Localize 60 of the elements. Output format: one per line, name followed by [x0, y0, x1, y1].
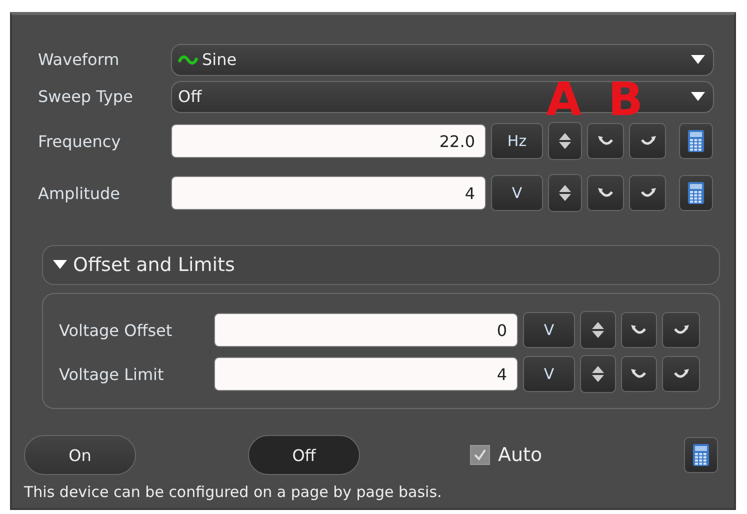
curved-arrow-icon — [640, 188, 656, 198]
curved-arrow-icon — [673, 369, 689, 379]
number-field[interactable]: 4 — [171, 176, 486, 210]
number-field[interactable]: 0 — [214, 313, 518, 347]
step-up-button[interactable] — [629, 175, 666, 211]
power-button[interactable]: On — [24, 435, 136, 475]
up-arrow-icon — [559, 185, 571, 192]
field-label: Frequency — [38, 132, 122, 150]
field-label: Voltage Limit — [59, 364, 165, 384]
curved-arrow-icon — [640, 136, 656, 146]
spinner-button[interactable] — [580, 355, 616, 393]
caret-icon — [691, 55, 705, 64]
caret-icon — [691, 92, 705, 101]
curved-arrow-icon — [598, 136, 614, 146]
step-up-button[interactable] — [662, 356, 700, 392]
down-arrow-icon — [559, 142, 571, 149]
step-down-button[interactable] — [587, 175, 624, 211]
curved-arrow-icon — [631, 369, 647, 379]
unit-button[interactable]: V — [523, 312, 575, 348]
spinner-button[interactable] — [548, 174, 582, 212]
number-field[interactable]: 4 — [214, 357, 518, 391]
section-header[interactable]: Offset and Limits — [42, 245, 720, 285]
power-button[interactable]: Off — [248, 435, 360, 475]
curved-arrow-icon — [631, 325, 647, 335]
step-up-button[interactable] — [629, 123, 666, 159]
field-label: Sweep Type — [38, 87, 134, 106]
down-arrow-icon — [592, 331, 604, 338]
calculator-icon — [693, 444, 709, 466]
checkmark-icon — [474, 449, 486, 461]
unit-button[interactable]: Hz — [491, 123, 543, 159]
field-label: Amplitude — [38, 184, 121, 202]
down-arrow-icon — [559, 194, 571, 201]
checkbox-label: Auto — [498, 444, 542, 466]
sine-wave-icon — [178, 52, 198, 66]
step-down-button[interactable] — [587, 123, 624, 159]
checkbox[interactable] — [470, 445, 490, 465]
calculator-button[interactable] — [684, 437, 718, 473]
unit-button[interactable]: V — [491, 175, 543, 211]
step-down-button[interactable] — [621, 312, 657, 348]
calculator-icon — [688, 130, 704, 152]
unit-button[interactable]: V — [523, 356, 575, 392]
field-label: Voltage Offset — [59, 320, 174, 340]
calculator-button[interactable] — [679, 123, 713, 159]
info-text: This device can be configured on a page by page basis. — [24, 483, 443, 501]
step-up-button[interactable] — [662, 312, 700, 348]
dropdown[interactable]: Sine — [171, 44, 714, 76]
curved-arrow-icon — [598, 188, 614, 198]
curved-arrow-icon — [673, 325, 689, 335]
step-down-button[interactable] — [621, 356, 657, 392]
number-field[interactable]: 22.0 — [171, 124, 486, 158]
spinner-button[interactable] — [580, 311, 616, 349]
up-arrow-icon — [559, 133, 571, 140]
calculator-icon — [688, 182, 704, 204]
dropdown[interactable]: Off A B — [171, 80, 714, 112]
spinner-button[interactable] — [548, 122, 582, 160]
up-arrow-icon — [592, 366, 604, 373]
down-arrow-icon — [592, 375, 604, 382]
up-arrow-icon — [592, 322, 604, 329]
calculator-button[interactable] — [679, 175, 713, 211]
field-label: Waveform — [38, 50, 120, 69]
